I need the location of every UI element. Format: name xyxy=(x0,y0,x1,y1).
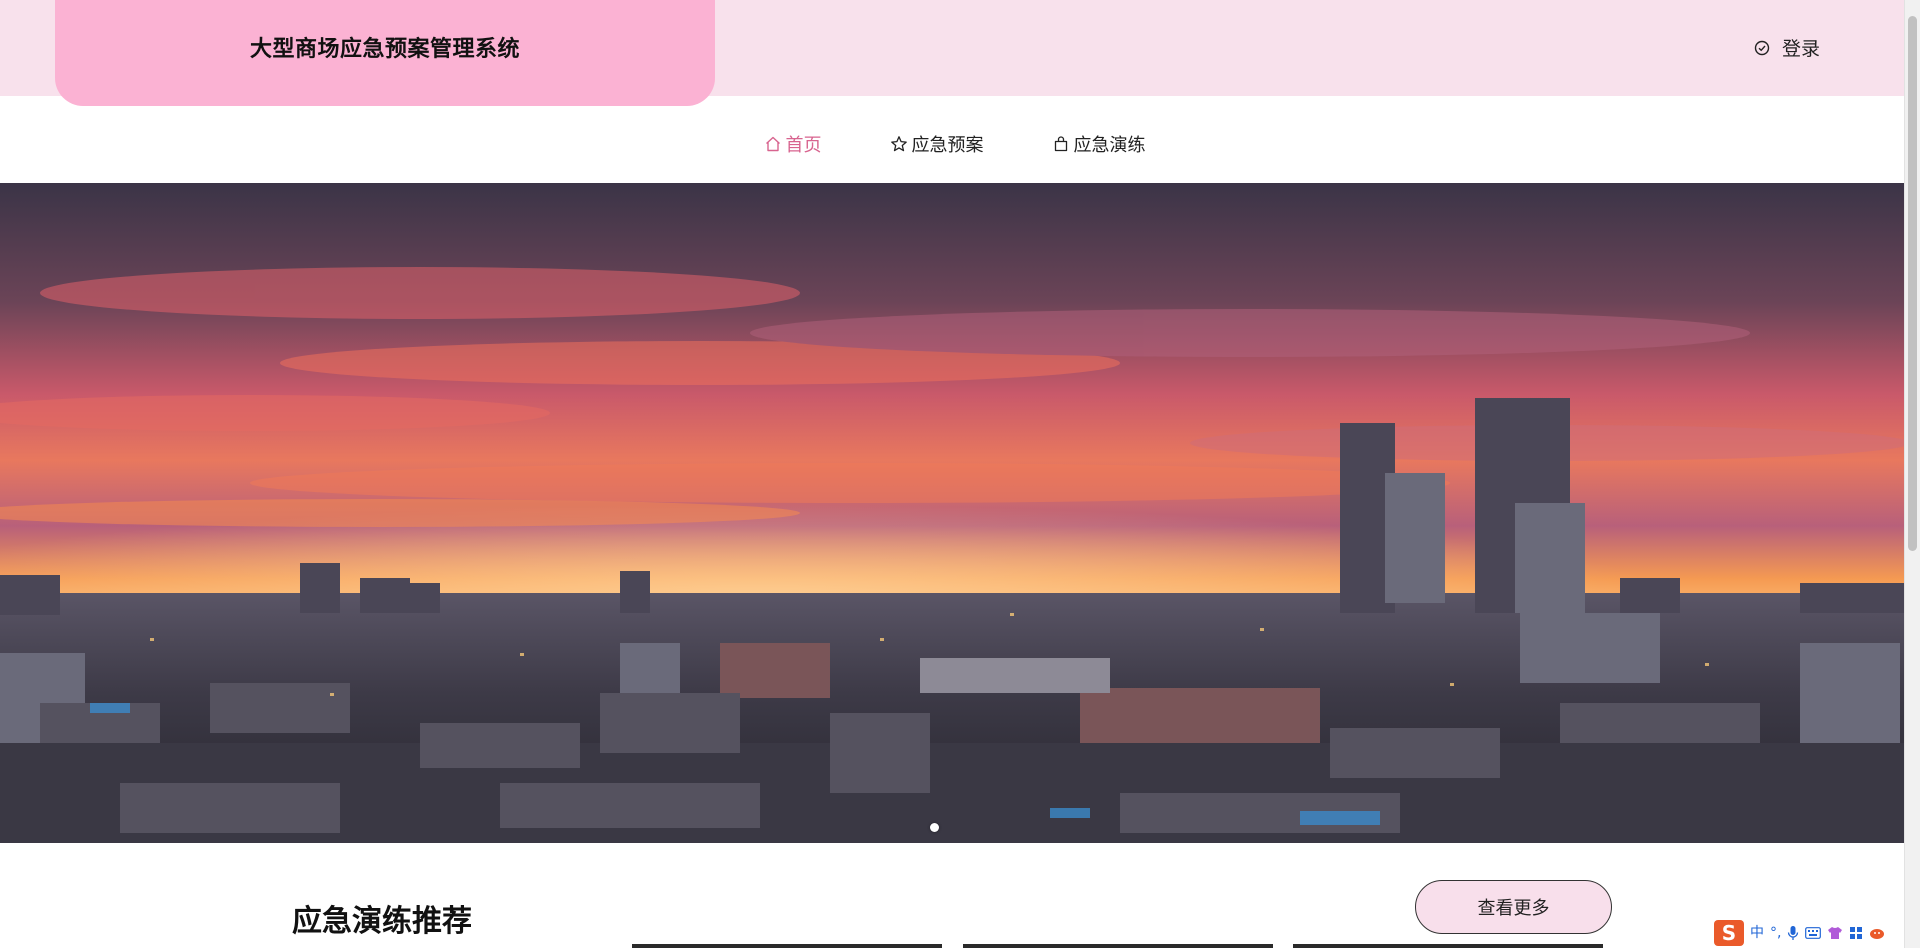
carousel-dot[interactable] xyxy=(930,823,939,832)
home-icon xyxy=(765,136,780,152)
ime-toolbar: S 中 °, xyxy=(1714,918,1890,948)
nav-item-plans[interactable]: 应急预案 xyxy=(890,131,984,157)
page-scrollbar[interactable] xyxy=(1904,0,1920,948)
drill-card[interactable] xyxy=(632,944,942,948)
shirt-skin-icon[interactable] xyxy=(1827,926,1843,940)
city-sunset-image xyxy=(0,183,1905,843)
nav-item-home[interactable]: 首页 xyxy=(764,131,822,157)
title-plate: 大型商场应急预案管理系统 xyxy=(55,0,715,106)
view-more-button[interactable]: 查看更多 xyxy=(1415,880,1612,934)
nav-item-drills[interactable]: 应急演练 xyxy=(1052,131,1146,157)
mascot-icon[interactable] xyxy=(1869,926,1885,940)
microphone-icon[interactable] xyxy=(1787,925,1799,941)
check-circle-icon xyxy=(1754,40,1770,55)
drill-card[interactable] xyxy=(963,944,1273,948)
nav-item-label: 首页 xyxy=(785,135,822,156)
drill-card[interactable] xyxy=(1293,944,1603,948)
login-label: 登录 xyxy=(1781,38,1820,60)
sogou-logo-icon[interactable]: S xyxy=(1714,920,1744,946)
grid-menu-icon[interactable] xyxy=(1849,926,1863,940)
nav-item-label: 应急演练 xyxy=(1073,135,1146,156)
star-icon xyxy=(890,136,907,152)
site-title: 大型商场应急预案管理系统 xyxy=(249,37,520,62)
main-nav: 首页 应急预案 应急演练 xyxy=(0,106,1905,182)
login-link[interactable]: 登录 xyxy=(1754,34,1820,61)
keyboard-icon[interactable] xyxy=(1805,927,1822,939)
ime-punctuation[interactable]: °, xyxy=(1770,926,1781,940)
scrollbar-thumb[interactable] xyxy=(1908,16,1917,551)
banner-carousel[interactable] xyxy=(0,183,1905,843)
ime-mode[interactable]: 中 xyxy=(1750,926,1764,940)
page: 大型商场应急预案管理系统 登录 首页 应急预案 应急演练 应急演练推荐 查看更多… xyxy=(0,0,1920,948)
nav-item-label: 应急预案 xyxy=(911,135,984,156)
bag-icon xyxy=(1054,136,1067,152)
section-title: 应急演练推荐 xyxy=(292,904,472,939)
